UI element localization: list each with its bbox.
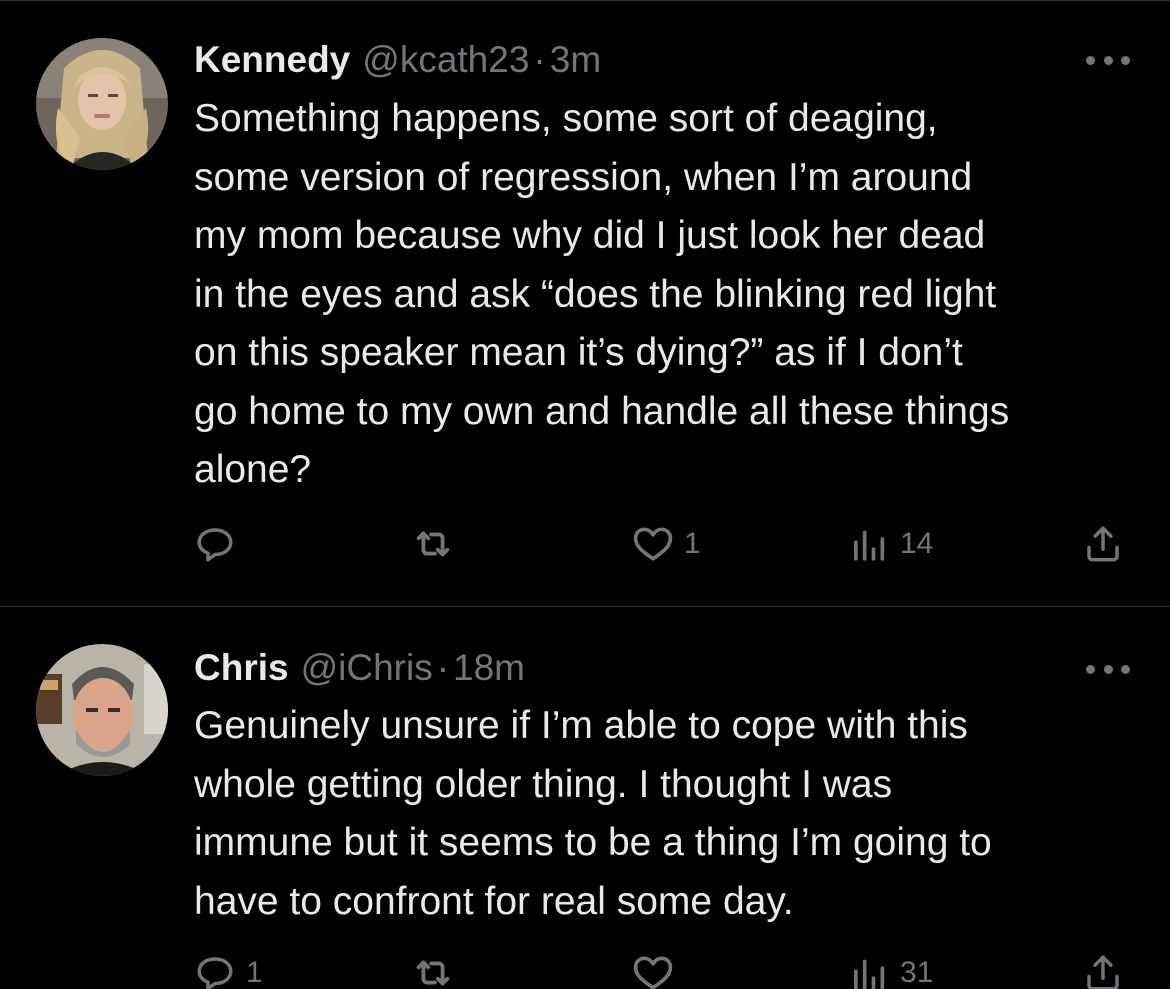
- timestamp[interactable]: 18m: [453, 643, 525, 693]
- author-name[interactable]: Kennedy: [194, 35, 350, 85]
- separator-dot: ·: [533, 39, 546, 80]
- share-icon: [1080, 521, 1126, 567]
- timestamp[interactable]: 3m: [550, 35, 601, 85]
- retweet-icon: [410, 950, 456, 989]
- more-dot: [1086, 55, 1095, 65]
- heart-icon: [630, 950, 676, 989]
- views-count: 14: [900, 527, 934, 560]
- tweet-text-line: my mom because why did I just look her d…: [194, 214, 986, 257]
- share-button[interactable]: [1080, 943, 1126, 989]
- like-button[interactable]: 1: [630, 514, 701, 574]
- tweet-text-line: have to confront for real some day.: [194, 879, 794, 923]
- reply-button[interactable]: [192, 514, 246, 574]
- more-dot: [1121, 664, 1130, 674]
- avatar[interactable]: [36, 38, 168, 170]
- more-icon[interactable]: [1086, 50, 1130, 70]
- tweet-text: Something happens, some sort of deaging,…: [194, 90, 1144, 500]
- more-icon[interactable]: [1086, 659, 1130, 679]
- tweet-kennedy[interactable]: Kennedy @kcath23 · 3m Something happens,…: [0, 0, 1170, 606]
- tweet-header: Kennedy @kcath23 · 3m: [194, 35, 601, 85]
- tweet-actions: 1 31: [0, 943, 1170, 989]
- more-dot: [1086, 664, 1095, 674]
- author-name[interactable]: Chris: [194, 643, 289, 693]
- views-button[interactable]: 14: [846, 514, 933, 574]
- retweet-button[interactable]: [410, 943, 464, 989]
- views-chart-icon: [846, 950, 892, 989]
- like-button[interactable]: [630, 943, 684, 989]
- views-button[interactable]: 31: [846, 943, 933, 989]
- avatar-image: [36, 38, 168, 170]
- separator-dot: ·: [436, 647, 450, 688]
- tweet-text: Genuinely unsure if I’m able to cope wit…: [194, 697, 1144, 931]
- author-handle[interactable]: @kcath23: [362, 35, 529, 85]
- tweet-text-line: whole getting older thing. I thought I w…: [194, 762, 893, 806]
- reply-count: 1: [246, 956, 263, 989]
- tweet-text-line: Genuinely unsure if I’m able to cope wit…: [194, 704, 968, 747]
- views-count: 31: [900, 956, 934, 989]
- tweet-text-line: go home to my own and handle all these t…: [194, 389, 1010, 433]
- reply-button[interactable]: 1: [192, 943, 263, 989]
- more-dot: [1103, 664, 1113, 674]
- author-handle[interactable]: @iChris: [301, 643, 433, 693]
- more-dot: [1103, 55, 1113, 65]
- tweet-header: Chris @iChris · 18m: [194, 643, 525, 693]
- avatar[interactable]: [36, 644, 168, 776]
- tweet-text-line: in the eyes and ask “does the blinking r…: [194, 272, 997, 316]
- tweet-actions: 1 14: [0, 514, 1170, 574]
- like-count: 1: [684, 527, 701, 560]
- tweet-text-line: some version of regression, when I’m aro…: [194, 155, 973, 199]
- heart-icon: [630, 521, 676, 567]
- tweet-text-line: Something happens, some sort of deaging,: [194, 97, 938, 140]
- reply-icon: [192, 521, 238, 567]
- tweet-text-line: immune but it seems to be a thing I’m go…: [194, 821, 992, 864]
- retweet-icon: [410, 521, 456, 567]
- retweet-button[interactable]: [410, 514, 464, 574]
- reply-icon: [192, 950, 238, 989]
- tweet-text-line: on this speaker mean it’s dying?” as if …: [194, 331, 963, 374]
- avatar-image: [36, 644, 168, 776]
- views-chart-icon: [846, 521, 892, 567]
- share-icon: [1080, 950, 1126, 989]
- share-button[interactable]: [1080, 514, 1126, 574]
- more-dot: [1121, 55, 1130, 65]
- tweet-chris[interactable]: Chris @iChris · 18m Genuinely unsure if …: [0, 607, 1170, 989]
- tweet-text-line: alone?: [194, 448, 312, 491]
